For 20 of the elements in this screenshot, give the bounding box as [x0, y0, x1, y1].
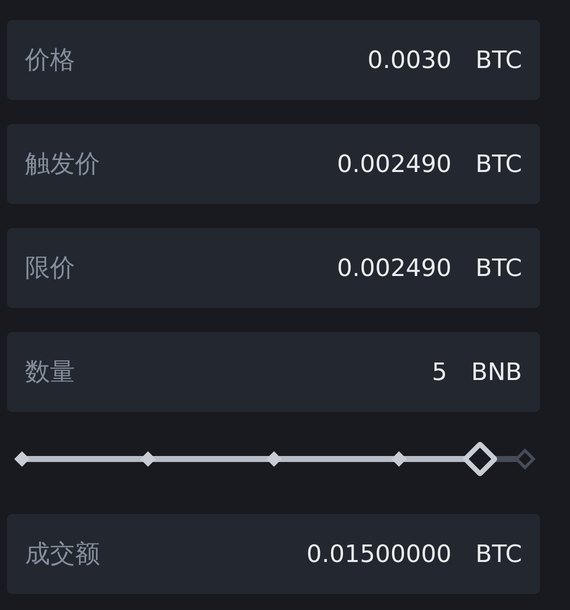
unit-label: BTC — [476, 149, 522, 180]
field-label: 成交额 — [25, 538, 100, 570]
input-field[interactable]: 触发价 0.002490 BTC — [7, 124, 540, 204]
field-value: 0.01500000 — [306, 539, 452, 570]
unit-label: BTC — [476, 45, 522, 76]
field-label: 触发价 — [25, 148, 100, 180]
unit-label: BTC — [476, 253, 522, 284]
field-label: 价格 — [25, 44, 75, 76]
field-label: 限价 — [25, 252, 75, 284]
input-field[interactable]: 成交额 0.01500000 BTC — [7, 514, 540, 594]
unit-label: BNB — [471, 357, 522, 388]
unit-label: BTC — [476, 539, 522, 570]
field-value: 5 — [432, 357, 448, 388]
field-value: 0.002490 — [337, 149, 452, 180]
field-value: 0.0030 — [368, 45, 452, 76]
input-field[interactable]: 价格 0.0030 BTC — [7, 20, 540, 100]
input-field[interactable]: 限价 0.002490 BTC — [7, 228, 540, 308]
field-label: 数量 — [25, 356, 75, 388]
input-field[interactable]: 数量 5 BNB — [7, 332, 540, 412]
field-value: 0.002490 — [337, 253, 452, 284]
